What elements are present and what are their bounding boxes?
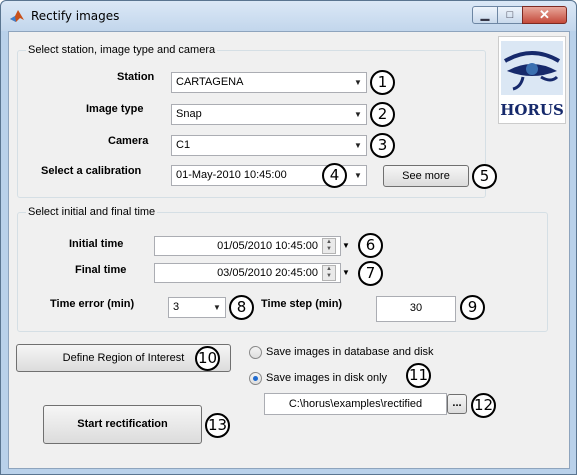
camera-value: C1 [176,139,191,151]
spin-icon[interactable]: ▲ ▼ [322,238,336,254]
output-path-value: C:\horus\examples\rectified [288,398,423,410]
image-type-select[interactable]: Snap ▼ [171,104,367,125]
dropdown-arrow-icon: ▼ [354,141,362,150]
dialog-body: HORUS Select station, image type and cam… [8,31,570,469]
time-step-input[interactable]: 30 [376,296,456,322]
matlab-icon [10,10,24,22]
station-group-label: Select station, image type and camera [26,44,218,56]
maximize-icon: □ [506,9,514,21]
logo-text: HORUS [500,101,564,119]
window-title: Rectify images [31,9,120,23]
final-time-label: Final time [75,264,127,276]
maximize-button[interactable]: □ [497,6,523,24]
marker-11: 11 [406,363,431,388]
dropdown-arrow-icon[interactable]: ▼ [340,263,352,283]
time-error-value: 3 [173,301,180,313]
output-path-input[interactable]: C:\horus\examples\rectified [264,393,447,415]
eye-of-horus-icon [501,41,563,95]
see-more-button[interactable]: See more [383,165,469,187]
dropdown-arrow-icon[interactable]: ▼ [340,236,352,256]
marker-2: 2 [370,102,395,127]
image-type-value: Snap [176,108,202,120]
horus-logo: HORUS [498,36,566,124]
marker-4: 4 [322,163,347,188]
marker-9: 9 [460,295,485,320]
time-error-select[interactable]: 3 ▼ [168,297,226,318]
time-step-value: 30 [409,302,423,314]
spin-icon[interactable]: ▲ ▼ [322,265,336,281]
station-select[interactable]: CARTAGENA ▼ [171,72,367,93]
title-bar[interactable]: Rectify images ▁ □ ✕ [1,1,576,31]
browse-button[interactable]: ... [447,394,467,414]
marker-8: 8 [229,295,254,320]
dropdown-arrow-icon: ▼ [354,110,362,119]
minimize-icon: ▁ [480,9,490,21]
time-group-label: Select initial and final time [26,206,158,218]
time-step-label: Time step (min) [261,298,343,310]
calibration-value: 01-May-2010 10:45:00 [176,169,287,181]
marker-7: 7 [358,261,383,286]
camera-select[interactable]: C1 ▼ [171,135,367,156]
camera-label: Camera [108,135,149,147]
marker-5: 5 [472,164,497,189]
marker-12: 12 [471,393,496,418]
image-type-label: Image type [86,103,144,115]
time-error-label: Time error (min) [50,298,135,310]
dropdown-arrow-icon: ▼ [354,78,362,87]
station-value: CARTAGENA [176,76,244,88]
close-icon: ✕ [539,7,550,22]
initial-time-label: Initial time [69,238,124,250]
dropdown-arrow-icon: ▼ [354,171,362,180]
marker-10: 10 [195,346,220,371]
save-db-disk-label: Save images in database and disk [266,346,434,358]
marker-13: 13 [205,413,230,438]
close-button[interactable]: ✕ [522,6,567,24]
calibration-label: Select a calibration [41,165,142,177]
station-label: Station [117,71,155,83]
marker-1: 1 [370,70,395,95]
save-disk-only-label: Save images in disk only [266,372,388,384]
save-disk-only-radio[interactable] [249,372,262,385]
marker-6: 6 [358,233,383,258]
save-db-disk-radio[interactable] [249,346,262,359]
marker-3: 3 [370,133,395,158]
application-window: Rectify images ▁ □ ✕ HORUS Select statio… [0,0,577,475]
final-time-input[interactable]: 03/05/2010 20:45:00 ▲ ▼ [154,263,341,283]
initial-time-input[interactable]: 01/05/2010 10:45:00 ▲ ▼ [154,236,341,256]
dropdown-arrow-icon: ▼ [213,303,221,312]
initial-time-value: 01/05/2010 10:45:00 [217,240,318,252]
minimize-button[interactable]: ▁ [472,6,498,24]
start-rectification-button[interactable]: Start rectification [43,405,202,444]
final-time-value: 03/05/2010 20:45:00 [217,267,318,279]
